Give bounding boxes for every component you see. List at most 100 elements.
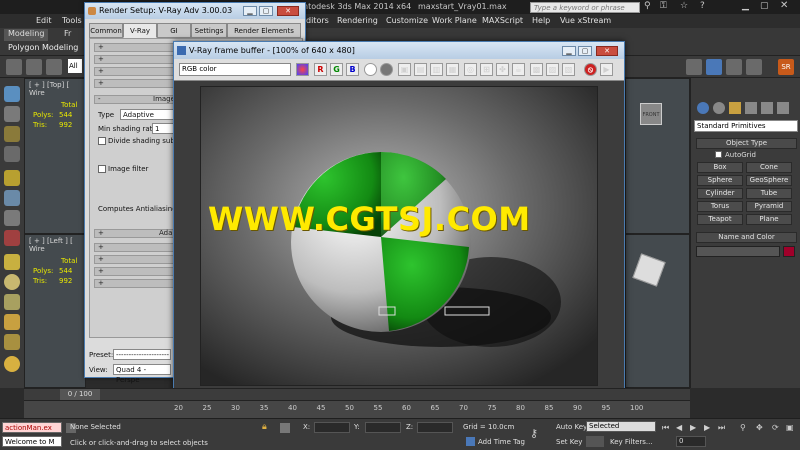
lock-icon[interactable]: 🔒︎ [262, 422, 267, 432]
prev-frame-icon[interactable]: ◀ [676, 423, 682, 432]
maxscript-listener-input[interactable]: Welcome to M [2, 436, 62, 447]
helpers-icon[interactable] [761, 102, 773, 114]
autogrid-checkbox[interactable] [715, 151, 722, 158]
active-tool-icon[interactable] [706, 59, 722, 75]
next-frame-icon[interactable]: ▶ [704, 423, 710, 432]
pyramid-button[interactable]: Pyramid [746, 201, 792, 212]
viewport-perspective[interactable] [625, 234, 690, 388]
close-icon[interactable]: ✕ [780, 0, 788, 11]
shapes-icon[interactable] [713, 102, 725, 114]
minimize-icon[interactable]: ▁ [243, 6, 257, 16]
tab-freeform[interactable]: Fr [60, 29, 75, 41]
alpha-icon[interactable] [364, 63, 377, 76]
render-last-icon[interactable]: ▶ [600, 63, 613, 76]
mono-icon[interactable] [380, 63, 393, 76]
cylinder-button[interactable]: Cylinder [697, 188, 743, 199]
grid-icon[interactable] [4, 126, 20, 142]
teapot-button[interactable]: Teapot [697, 214, 743, 225]
channel-dropdown[interactable]: RGB color [179, 63, 291, 76]
selection-filter-dropdown[interactable]: All [68, 59, 82, 73]
lut-icon[interactable]: ▧ [562, 63, 575, 76]
tab-common[interactable]: Common [89, 23, 123, 38]
tube-button[interactable]: Tube [746, 188, 792, 199]
track-bar[interactable]: 20 25 30 35 40 45 50 55 60 65 70 75 80 85 90 95 100 [24, 400, 690, 418]
viewcube-3d-icon[interactable] [632, 253, 666, 287]
region-render-icon[interactable]: ⊞ [480, 63, 493, 76]
display-correction-icon[interactable]: ▩ [530, 63, 543, 76]
link-icon[interactable]: ✤ [496, 63, 509, 76]
rollout[interactable]: + [94, 43, 182, 52]
maximize-icon[interactable]: ▢ [259, 6, 273, 16]
image-filter-checkbox[interactable] [98, 165, 106, 173]
tab-render-elements[interactable]: Render Elements [227, 23, 301, 38]
auto-key-button[interactable]: Auto Key [556, 423, 587, 431]
rollout[interactable]: + [94, 267, 182, 276]
cameras-icon[interactable] [745, 102, 757, 114]
spacewarp-icon[interactable] [4, 230, 20, 246]
time-slider[interactable]: 0 / 100 [24, 388, 690, 400]
x-coordinate-field[interactable] [314, 422, 350, 433]
help-icon[interactable]: ? [700, 1, 705, 11]
light-icon[interactable] [4, 170, 20, 186]
minimize-icon[interactable]: ▁ [742, 1, 749, 11]
bind-icon[interactable] [46, 59, 62, 75]
menu-tools[interactable]: Tools [62, 16, 82, 25]
zoom-icon[interactable]: ⚲ [740, 423, 746, 432]
clear-icon[interactable]: ▥ [430, 63, 443, 76]
maximize-viewport-icon[interactable]: ▣ [786, 423, 794, 432]
render-icon[interactable]: SR [778, 59, 794, 75]
object-color-swatch[interactable] [783, 246, 795, 257]
set-key-button[interactable]: Set Key [556, 438, 582, 446]
red-channel-button[interactable]: R [314, 63, 327, 76]
levels-icon[interactable]: ▨ [546, 63, 559, 76]
color-palette-icon[interactable] [296, 63, 309, 76]
goto-end-icon[interactable]: ⏭ [718, 423, 725, 433]
geosphere-button[interactable]: GeoSphere [746, 175, 792, 186]
rollout[interactable]: + [94, 67, 182, 76]
key-icon[interactable]: ⚷ [530, 427, 538, 440]
y-coordinate-field[interactable] [365, 422, 401, 433]
sphere-button[interactable]: Sphere [697, 175, 743, 186]
pan-icon[interactable]: ✥ [756, 423, 763, 432]
menu-editors[interactable]: ditors [306, 16, 329, 25]
current-frame-field[interactable]: 0 [676, 436, 706, 447]
object-name-field[interactable] [696, 246, 780, 257]
menu-customize[interactable]: Customize [386, 16, 428, 25]
search-icon[interactable]: ⚲ [644, 1, 651, 11]
helper-icon[interactable] [4, 210, 20, 226]
box-button[interactable]: Box [697, 162, 743, 173]
rollout[interactable]: + [94, 79, 182, 88]
green-channel-button[interactable]: G [330, 63, 343, 76]
tab-gi[interactable]: GI [157, 23, 191, 38]
tab-settings[interactable]: Settings [191, 23, 227, 38]
snap-icon[interactable] [686, 59, 702, 75]
duplicate-icon[interactable]: ▦ [446, 63, 459, 76]
viewport-left[interactable]: [ + ] [Left ] [ Wire Total Polys: 544 Tr… [24, 234, 86, 388]
unlink-icon[interactable] [26, 59, 42, 75]
viewport-left-label[interactable]: [ + ] [Left ] [ Wire [29, 237, 85, 253]
cone-shape-icon[interactable] [4, 314, 20, 330]
menu-edit[interactable]: Edit [36, 16, 52, 25]
track-mouse-icon[interactable]: ◎ [464, 63, 477, 76]
layer-icon[interactable] [726, 59, 742, 75]
type-dropdown[interactable]: Adaptive [120, 109, 176, 120]
menu-rendering[interactable]: Rendering [337, 16, 378, 25]
box-shape-icon[interactable] [4, 254, 20, 270]
search-input[interactable]: Type a keyword or phrase [530, 2, 640, 13]
maximize-icon[interactable]: ▢ [760, 1, 769, 11]
rollout[interactable]: + [94, 279, 182, 288]
view-dropdown[interactable]: Quad 4 - Perspe [113, 364, 171, 384]
polygon-modeling-label[interactable]: Polygon Modeling [8, 43, 78, 52]
rollout-image-sampler[interactable]: - Image s [94, 95, 182, 104]
time-slider-thumb[interactable]: 0 / 100 [60, 389, 100, 400]
load-icon[interactable]: ▤ [414, 63, 427, 76]
list-icon[interactable] [4, 146, 20, 162]
tab-vray[interactable]: V-Ray [123, 23, 157, 38]
rollout[interactable]: + [94, 243, 182, 252]
viewport-front[interactable]: FRONT [625, 78, 690, 234]
stop-render-icon[interactable]: ⦸ [584, 63, 597, 76]
camera-icon[interactable] [4, 190, 20, 206]
cone-button[interactable]: Cone [746, 162, 792, 173]
torus-shape-icon[interactable] [4, 334, 20, 350]
systems-icon[interactable] [777, 102, 789, 114]
